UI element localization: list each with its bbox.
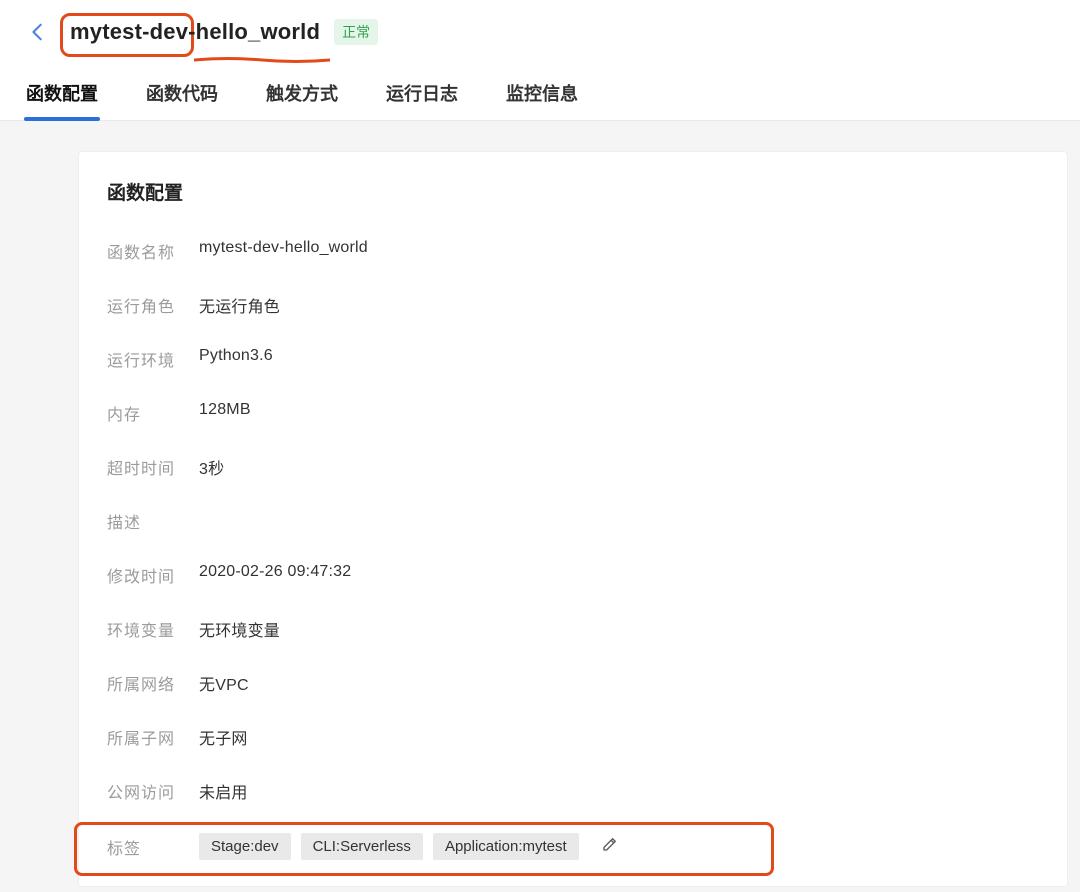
value-run-role: 无运行角色 bbox=[199, 293, 280, 317]
value-subnet: 无子网 bbox=[199, 725, 248, 749]
tag-cli[interactable]: CLI:Serverless bbox=[301, 833, 423, 860]
function-config-card: 函数配置 函数名称 mytest-dev-hello_world 运行角色 无运… bbox=[78, 151, 1068, 887]
label-run-role: 运行角色 bbox=[107, 293, 199, 317]
tags-container: Stage:dev CLI:Serverless Application:myt… bbox=[199, 833, 619, 860]
label-memory: 内存 bbox=[107, 401, 199, 425]
value-modified-time: 2020-02-26 09:47:32 bbox=[199, 563, 351, 581]
value-env-vars: 无环境变量 bbox=[199, 617, 280, 641]
value-runtime: Python3.6 bbox=[199, 347, 273, 365]
label-modified-time: 修改时间 bbox=[107, 563, 199, 587]
row-network: 所属网络 无VPC bbox=[107, 671, 1039, 695]
value-memory: 128MB bbox=[199, 401, 251, 419]
tab-triggers[interactable]: 触发方式 bbox=[264, 72, 340, 120]
value-timeout: 3秒 bbox=[199, 455, 224, 479]
label-env-vars: 环境变量 bbox=[107, 617, 199, 641]
header-bar: mytest-dev-hello_world 正常 bbox=[0, 0, 1080, 62]
value-network: 无VPC bbox=[199, 671, 249, 695]
page-title: mytest-dev-hello_world bbox=[70, 19, 320, 45]
value-public-access: 未启用 bbox=[199, 779, 248, 803]
value-function-name: mytest-dev-hello_world bbox=[199, 239, 368, 257]
row-function-name: 函数名称 mytest-dev-hello_world bbox=[107, 239, 1039, 263]
label-tags: 标签 bbox=[107, 835, 199, 859]
label-timeout: 超时时间 bbox=[107, 455, 199, 479]
content-area: 函数配置 函数名称 mytest-dev-hello_world 运行角色 无运… bbox=[0, 121, 1080, 887]
label-function-name: 函数名称 bbox=[107, 239, 199, 263]
label-subnet: 所属子网 bbox=[107, 725, 199, 749]
tab-function-config[interactable]: 函数配置 bbox=[24, 72, 100, 120]
row-description: 描述 bbox=[107, 509, 1039, 533]
row-timeout: 超时时间 3秒 bbox=[107, 455, 1039, 479]
label-public-access: 公网访问 bbox=[107, 779, 199, 803]
row-memory: 内存 128MB bbox=[107, 401, 1039, 425]
edit-tags-button[interactable] bbox=[601, 835, 619, 858]
row-tags: 标签 Stage:dev CLI:Serverless Application:… bbox=[107, 833, 1039, 860]
tab-monitoring[interactable]: 监控信息 bbox=[504, 72, 580, 120]
row-public-access: 公网访问 未启用 bbox=[107, 779, 1039, 803]
tag-stage[interactable]: Stage:dev bbox=[199, 833, 291, 860]
tag-application[interactable]: Application:mytest bbox=[433, 833, 579, 860]
arrow-left-icon bbox=[27, 21, 49, 43]
tabs-bar: 函数配置 函数代码 触发方式 运行日志 监控信息 bbox=[0, 62, 1080, 121]
card-heading: 函数配置 bbox=[107, 178, 1039, 205]
row-subnet: 所属子网 无子网 bbox=[107, 725, 1039, 749]
label-network: 所属网络 bbox=[107, 671, 199, 695]
annotation-underline bbox=[194, 50, 330, 56]
row-modified-time: 修改时间 2020-02-26 09:47:32 bbox=[107, 563, 1039, 587]
row-run-role: 运行角色 无运行角色 bbox=[107, 293, 1039, 317]
tab-run-logs[interactable]: 运行日志 bbox=[384, 72, 460, 120]
pencil-icon bbox=[601, 835, 619, 853]
status-badge: 正常 bbox=[334, 19, 378, 45]
label-description: 描述 bbox=[107, 509, 199, 533]
row-runtime: 运行环境 Python3.6 bbox=[107, 347, 1039, 371]
row-env-vars: 环境变量 无环境变量 bbox=[107, 617, 1039, 641]
back-button[interactable] bbox=[20, 14, 56, 50]
label-runtime: 运行环境 bbox=[107, 347, 199, 371]
tab-function-code[interactable]: 函数代码 bbox=[144, 72, 220, 120]
